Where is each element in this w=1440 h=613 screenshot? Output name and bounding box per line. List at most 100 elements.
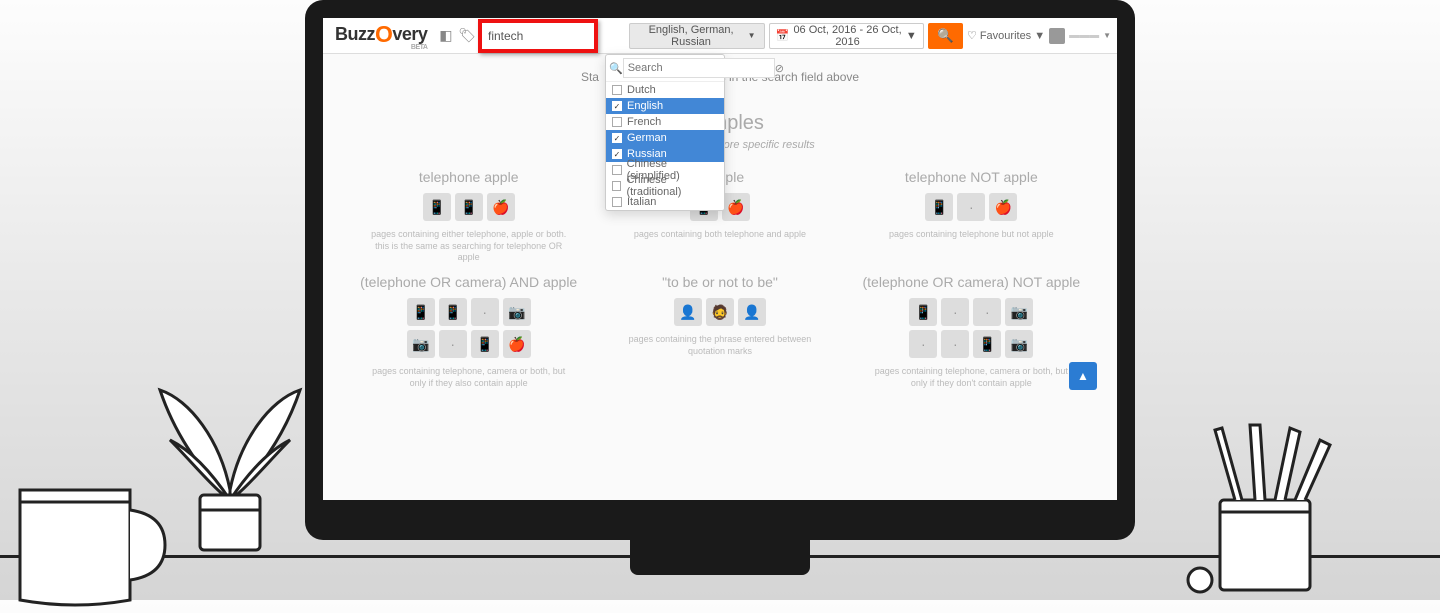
example-card: telephone NOT apple 📱·🍎 pages containing t… <box>856 169 1087 264</box>
mug-illustration <box>0 480 170 613</box>
example-icon: 📷 <box>1005 298 1033 326</box>
caret-down-icon: ▼ <box>906 30 917 42</box>
example-icon: 🍎 <box>722 193 750 221</box>
example-icons: 👤🧔👤 <box>655 298 785 326</box>
avatar <box>1049 28 1065 44</box>
mask-icon[interactable]: ◧ <box>437 26 454 46</box>
monitor-frame: BuzzOvery BETA ◧ 🏷 English, German, Russ… <box>305 0 1135 540</box>
favourites-button[interactable]: ♡ Favourites ▼ <box>967 29 1045 42</box>
example-icon: 📱 <box>973 330 1001 358</box>
checkbox-icon <box>612 165 622 175</box>
example-icon: 📱 <box>909 298 937 326</box>
example-icon: · <box>957 193 985 221</box>
example-card: (telephone OR camera) NOT apple 📱··📷··📱📷 p… <box>856 274 1087 389</box>
example-icon: 👤 <box>674 298 702 326</box>
example-icon: 🧔 <box>706 298 734 326</box>
example-icon: 🍎 <box>989 193 1017 221</box>
clear-icon[interactable]: ⊘ <box>775 62 784 75</box>
scroll-to-top-button[interactable]: ▲ <box>1069 362 1097 390</box>
chevron-up-icon: ▲ <box>1077 369 1089 383</box>
dropdown-search-input[interactable] <box>623 58 775 78</box>
caret-down-icon: ▼ <box>1034 30 1045 42</box>
logo: BuzzOvery BETA <box>329 21 433 51</box>
example-title: telephone apple <box>353 169 584 185</box>
date-label: 06 Oct, 2016 - 26 Oct, 2016 <box>793 24 902 48</box>
language-option-label: Italian <box>627 196 656 208</box>
language-option[interactable]: ✓ German <box>606 130 724 146</box>
top-bar: BuzzOvery BETA ◧ 🏷 English, German, Russ… <box>323 18 1117 54</box>
example-card: telephone apple📱📱🍎pages containing eithe… <box>353 169 584 264</box>
example-title: "to be or not to be" <box>604 274 835 290</box>
example-icon: 📱 <box>407 298 435 326</box>
logo-text-2: very <box>392 24 427 44</box>
logo-o-icon: O <box>375 21 392 47</box>
user-menu[interactable]: ▬▬▬ ▼ <box>1049 28 1111 44</box>
example-icon: 📱 <box>439 298 467 326</box>
example-icons: 📱·🍎 <box>906 193 1036 221</box>
language-option-label: Dutch <box>627 84 656 96</box>
caret-down-icon: ▼ <box>1103 31 1111 40</box>
example-title: (telephone OR camera) AND apple <box>353 274 584 290</box>
caret-down-icon: ▼ <box>748 31 756 40</box>
example-icon: 📷 <box>407 330 435 358</box>
logo-text-1: Buzz <box>335 24 375 44</box>
example-title: (telephone OR camera) NOT apple <box>856 274 1087 290</box>
language-option-label: French <box>627 116 661 128</box>
example-description: pages containing the phrase entered betw… <box>620 334 820 357</box>
example-icon: · <box>439 330 467 358</box>
checkbox-icon <box>612 197 622 207</box>
example-icon: 📱 <box>455 193 483 221</box>
example-icon: 📱 <box>925 193 953 221</box>
app-screen: BuzzOvery BETA ◧ 🏷 English, German, Russ… <box>323 18 1117 500</box>
example-description: pages containing telephone but not apple <box>871 229 1071 241</box>
example-icons: 📱📱·📷📷·📱🍎 <box>404 298 534 358</box>
example-icon: 📱 <box>471 330 499 358</box>
language-label: English, German, Russian <box>638 24 743 48</box>
language-option[interactable]: Chinese (traditional) <box>606 178 724 194</box>
example-description: pages containing telephone, camera or bo… <box>369 366 569 389</box>
example-icon: · <box>471 298 499 326</box>
search-icon: 🔍 <box>609 62 623 75</box>
pencil-cup-illustration <box>1160 420 1360 603</box>
example-icon: 🍎 <box>503 330 531 358</box>
heart-icon: ♡ <box>967 29 977 42</box>
example-icon: 📱 <box>423 193 451 221</box>
example-card: (telephone OR camera) AND apple📱📱·📷📷·📱🍎p… <box>353 274 584 389</box>
language-option-label: Chinese (traditional) <box>626 174 718 198</box>
language-option[interactable]: French <box>606 114 724 130</box>
checkbox-icon: ✓ <box>612 133 622 143</box>
tags-icon[interactable]: 🏷 <box>458 26 476 46</box>
example-icon: 📷 <box>1005 330 1033 358</box>
example-icons: 📱··📷··📱📷 <box>906 298 1036 358</box>
example-title: telephone NOT apple <box>856 169 1087 185</box>
language-option[interactable]: Dutch <box>606 82 724 98</box>
example-description: pages containing telephone, camera or bo… <box>871 366 1071 389</box>
main-search-input[interactable] <box>478 19 598 53</box>
example-icon: 🍎 <box>487 193 515 221</box>
checkbox-icon: ✓ <box>612 101 622 111</box>
example-description: pages containing both telephone and appl… <box>620 229 820 241</box>
language-dropdown-button[interactable]: English, German, Russian ▼ <box>629 23 764 49</box>
example-card: "to be or not to be" 👤🧔👤 pages containing … <box>604 274 835 389</box>
search-button[interactable]: 🔍 <box>928 23 963 49</box>
checkbox-icon <box>612 85 622 95</box>
username: ▬▬▬ <box>1069 30 1099 41</box>
example-icon: 👤 <box>738 298 766 326</box>
example-icon: · <box>973 298 1001 326</box>
calendar-icon: 📅 <box>776 29 790 42</box>
language-option[interactable]: ✓English <box>606 98 724 114</box>
favourites-label: Favourites <box>980 30 1031 42</box>
example-icon: · <box>941 298 969 326</box>
checkbox-icon <box>612 117 622 127</box>
checkbox-icon <box>612 181 621 191</box>
search-icon: 🔍 <box>937 28 954 44</box>
example-description: pages containing either telephone, apple… <box>369 229 569 264</box>
language-dropdown-panel: 🔍 ⊘ Dutch✓EnglishFrench✓German✓RussianCh… <box>605 54 725 211</box>
example-icons: 📱📱🍎 <box>404 193 534 221</box>
date-range-button[interactable]: 📅 06 Oct, 2016 - 26 Oct, 2016 ▼ <box>769 23 924 49</box>
example-icon: 📷 <box>503 298 531 326</box>
language-option-label: German <box>627 132 667 144</box>
dropdown-search-row: 🔍 ⊘ <box>606 55 724 82</box>
checkbox-icon: ✓ <box>612 149 622 159</box>
example-icon: · <box>909 330 937 358</box>
